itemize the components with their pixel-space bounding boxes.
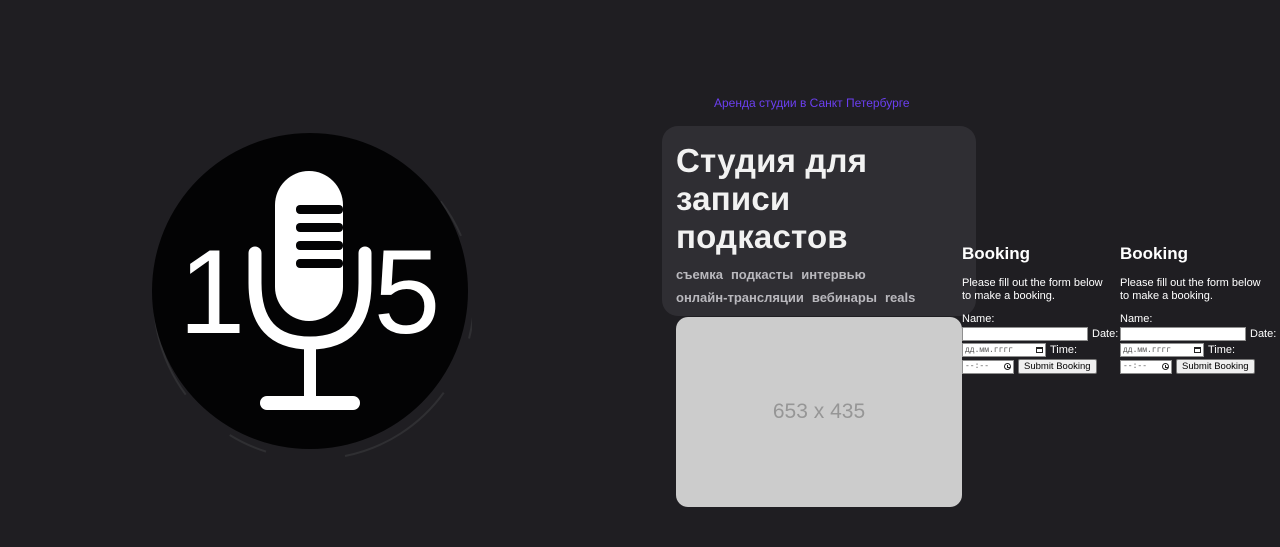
clock-icon[interactable] [1004, 363, 1011, 370]
time-placeholder: --:-- [965, 362, 990, 371]
name-input[interactable] [1120, 327, 1246, 341]
date-label: Date: [1250, 328, 1277, 340]
date-label: Date: [1092, 328, 1119, 340]
name-label: Name: [962, 313, 995, 325]
hero-card: Студия для записи подкастов съемка подка… [662, 126, 976, 316]
calendar-icon[interactable] [1036, 347, 1043, 353]
booking-description: Please fill out the form below to make a… [962, 277, 1103, 302]
name-label: Name: [1120, 313, 1153, 325]
booking-title: Booking [962, 244, 1030, 263]
logo-left-digit: 1 [179, 225, 246, 359]
booking-form-1: Booking Please fill out the form below t… [962, 244, 1122, 374]
tag-item: подкасты [730, 267, 794, 282]
tag-item: reals [884, 290, 916, 305]
hero-title: Студия для записи подкастов [676, 142, 868, 255]
time-label: Time: [1208, 344, 1236, 356]
name-input[interactable] [962, 327, 1088, 341]
booking-description: Please fill out the form below to make a… [1120, 277, 1261, 302]
time-input[interactable]: --:-- [962, 359, 1014, 374]
service-tags: съемка подкасты интервью онлайн-трансляц… [676, 266, 926, 306]
calendar-icon[interactable] [1194, 347, 1201, 353]
time-label: Time: [1050, 344, 1078, 356]
date-input[interactable]: дд.мм.гггг [962, 343, 1046, 357]
logo-right-digit: 5 [374, 225, 441, 359]
booking-title: Booking [1120, 244, 1188, 263]
placeholder-size-label: 653 x 435 [772, 400, 866, 423]
date-placeholder: дд.мм.гггг [1123, 345, 1172, 355]
submit-booking-button[interactable]: Submit Booking [1176, 359, 1255, 374]
time-input[interactable]: --:-- [1120, 359, 1172, 374]
tag-item: съемка [676, 267, 723, 282]
tag-item: интервью [801, 267, 866, 282]
tag-item: вебинары [811, 290, 877, 305]
studio-logo: 1 5 [152, 133, 472, 463]
time-placeholder: --:-- [1123, 362, 1148, 371]
booking-form-2: Booking Please fill out the form below t… [1120, 244, 1280, 374]
tag-item: онлайн-трансляции [676, 290, 804, 305]
date-placeholder: дд.мм.гггг [965, 345, 1014, 355]
date-input[interactable]: дд.мм.гггг [1120, 343, 1204, 357]
image-placeholder: 653 x 435 [676, 317, 962, 507]
clock-icon[interactable] [1162, 363, 1169, 370]
studio-rent-link[interactable]: Аренда студии в Санкт Петербурге [714, 96, 910, 110]
microphone-logo-icon: 1 5 [152, 133, 472, 460]
submit-booking-button[interactable]: Submit Booking [1018, 359, 1097, 374]
